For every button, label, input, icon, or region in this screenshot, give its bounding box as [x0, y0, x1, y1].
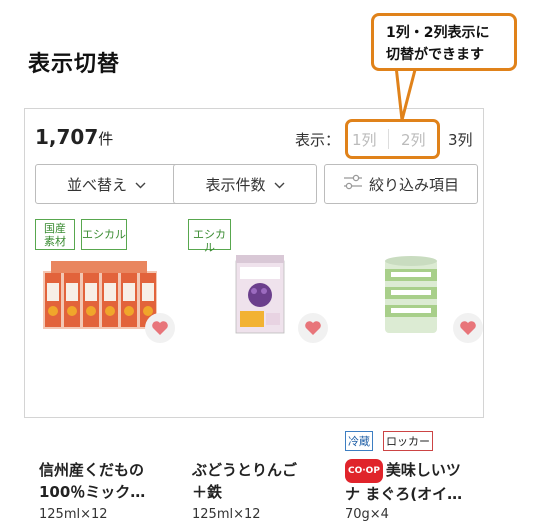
- tag-locker: ロッカー: [383, 431, 433, 451]
- tag-refrigerated: 冷蔵: [345, 431, 373, 451]
- product-card[interactable]: 国産 素材 エシカル 信州産くだもの 100％ミック… 125ml×12: [35, 219, 185, 522]
- result-count: 1,707件: [35, 125, 114, 149]
- sort-label: 並べ替え: [66, 175, 127, 194]
- layout-option-3col[interactable]: 3列: [448, 129, 473, 150]
- per-page-button[interactable]: 表示件数: [173, 164, 317, 204]
- product-card[interactable]: 冷蔵 ロッカー CO·OP 美味しいツ ナ まぐろ(オイ… 70g×4: [341, 219, 491, 522]
- callout-box: 1列・2列表示に 切替ができます: [371, 13, 517, 71]
- filter-button[interactable]: 絞り込み項目: [324, 164, 478, 204]
- callout-pointer: [394, 66, 418, 122]
- heart-icon: [152, 321, 168, 335]
- product-image: [235, 255, 285, 334]
- badge-domestic: 国産 素材: [35, 219, 75, 250]
- per-page-label: 表示件数: [205, 175, 266, 194]
- page-title: 表示切替: [28, 52, 121, 77]
- badge-domestic-label: 国産 素材: [44, 222, 66, 248]
- badge-ethical: エシカル: [188, 219, 231, 254]
- product-name[interactable]: ぶどうとりんご ＋鉄: [192, 459, 332, 503]
- heart-icon: [305, 321, 321, 335]
- favorite-button[interactable]: [298, 313, 328, 343]
- badge-ethical: エシカル: [81, 219, 127, 250]
- chevron-down-icon: [135, 175, 146, 193]
- coop-logo: CO·OP: [345, 459, 383, 483]
- filter-sliders-icon: [343, 174, 363, 194]
- callout-line-1: 1列・2列表示に: [386, 25, 490, 41]
- heart-icon: [460, 321, 476, 335]
- display-label: 表示：: [295, 131, 341, 149]
- product-spec: 125ml×12: [192, 507, 261, 522]
- layout-highlight: [345, 119, 440, 159]
- product-image: [385, 256, 437, 333]
- favorite-button[interactable]: [453, 313, 483, 343]
- product-card[interactable]: エシカル ぶどうとりんご ＋鉄 125ml×12: [188, 219, 338, 522]
- sort-button[interactable]: 並べ替え: [35, 164, 178, 204]
- product-spec: 70g×4: [345, 507, 389, 522]
- product-name[interactable]: 信州産くだもの 100％ミック…: [39, 459, 179, 503]
- product-image: [43, 261, 157, 329]
- product-spec: 125ml×12: [39, 507, 108, 522]
- chevron-down-icon: [274, 175, 285, 193]
- favorite-button[interactable]: [145, 313, 175, 343]
- callout-line-2: 切替ができます: [386, 47, 484, 63]
- product-name[interactable]: CO·OP 美味しいツ ナ まぐろ(オイ…: [345, 459, 485, 505]
- filter-label: 絞り込み項目: [368, 175, 459, 194]
